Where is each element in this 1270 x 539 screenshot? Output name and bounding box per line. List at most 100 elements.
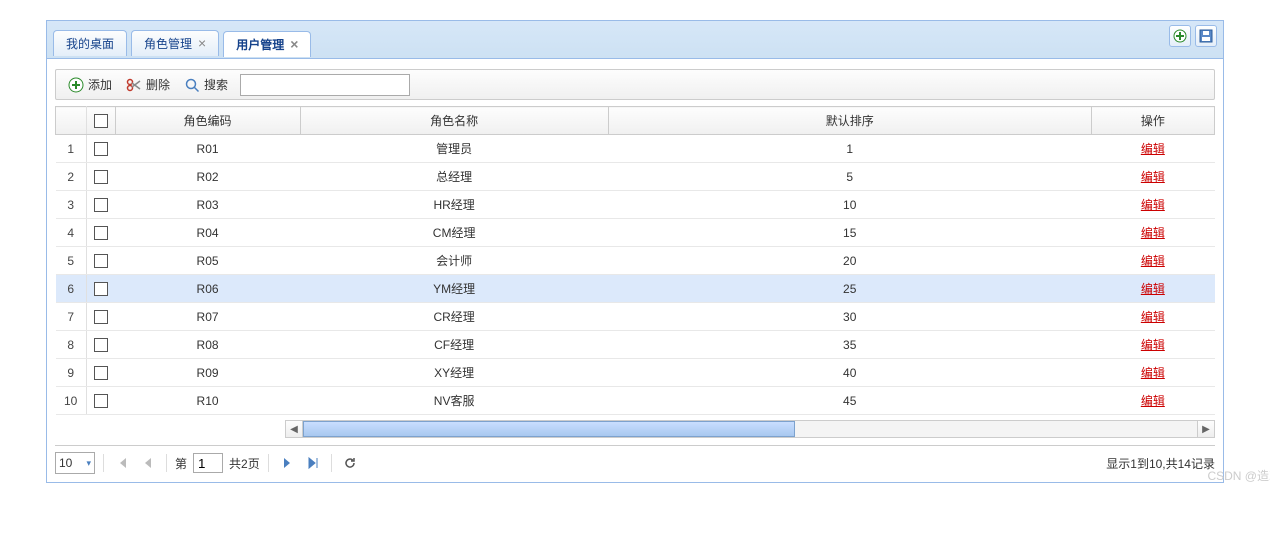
page-size-select[interactable]: 10 ▾	[55, 452, 95, 474]
scrollbar-thumb[interactable]	[303, 421, 795, 437]
row-checkbox[interactable]	[86, 359, 115, 387]
edit-link[interactable]: 编辑	[1141, 282, 1165, 296]
table-row[interactable]: 8R08CF经理35编辑	[56, 331, 1215, 359]
table-row[interactable]: 2R02总经理5编辑	[56, 163, 1215, 191]
row-checkbox[interactable]	[86, 135, 115, 163]
search-input[interactable]	[240, 74, 410, 96]
cell-code: R02	[115, 163, 300, 191]
tab-label: 我的桌面	[66, 35, 114, 52]
table-row[interactable]: 5R05会计师20编辑	[56, 247, 1215, 275]
plus-icon	[1173, 29, 1187, 43]
cell-op: 编辑	[1091, 331, 1214, 359]
row-checkbox[interactable]	[86, 387, 115, 415]
header-name[interactable]: 角色名称	[300, 107, 608, 135]
row-checkbox[interactable]	[86, 303, 115, 331]
edit-link[interactable]: 编辑	[1141, 338, 1165, 352]
refresh-button[interactable]	[340, 453, 360, 473]
edit-link[interactable]: 编辑	[1141, 394, 1165, 408]
header-code[interactable]: 角色编码	[115, 107, 300, 135]
cell-op: 编辑	[1091, 163, 1214, 191]
delete-button[interactable]: 删除	[120, 73, 176, 96]
search-icon	[184, 77, 200, 93]
cell-name: CF经理	[300, 331, 608, 359]
row-checkbox[interactable]	[86, 331, 115, 359]
cell-sort: 40	[608, 359, 1091, 387]
add-button[interactable]: 添加	[62, 73, 118, 96]
tab-1[interactable]: 角色管理 ×	[131, 30, 219, 56]
table-row[interactable]: 7R07CR经理30编辑	[56, 303, 1215, 331]
pager-info: 显示1到10,共14记录	[1106, 455, 1215, 472]
row-checkbox[interactable]	[86, 275, 115, 303]
save-header-button[interactable]	[1195, 25, 1217, 47]
cell-name: NV客服	[300, 387, 608, 415]
cell-code: R07	[115, 303, 300, 331]
table-row[interactable]: 4R04CM经理15编辑	[56, 219, 1215, 247]
row-number: 3	[56, 191, 87, 219]
chevron-left-icon: ◀	[290, 424, 298, 435]
edit-link[interactable]: 编辑	[1141, 310, 1165, 324]
save-icon	[1199, 29, 1213, 43]
cell-op: 编辑	[1091, 135, 1214, 163]
row-number: 8	[56, 331, 87, 359]
total-pages-label: 共2页	[229, 455, 260, 472]
table-row[interactable]: 10R10NV客服45编辑	[56, 387, 1215, 415]
watermark: CSDN @造次阿	[1207, 467, 1270, 484]
close-icon[interactable]: ×	[290, 37, 298, 51]
cell-sort: 30	[608, 303, 1091, 331]
add-header-button[interactable]	[1169, 25, 1191, 47]
table-row[interactable]: 9R09XY经理40编辑	[56, 359, 1215, 387]
scroll-right-button[interactable]: ▶	[1197, 420, 1215, 438]
app-window: 我的桌面角色管理×用户管理× 添加 删除 搜索	[46, 20, 1224, 483]
cell-name: CM经理	[300, 219, 608, 247]
toolbar: 添加 删除 搜索	[55, 69, 1215, 100]
edit-link[interactable]: 编辑	[1141, 366, 1165, 380]
scroll-left-button[interactable]: ◀	[285, 420, 303, 438]
current-page-input[interactable]	[193, 453, 223, 473]
table-row[interactable]: 6R06YM经理25编辑	[56, 275, 1215, 303]
cell-sort: 35	[608, 331, 1091, 359]
content-panel: 添加 删除 搜索 角色编码 角色名称 默认排序	[47, 59, 1223, 482]
row-checkbox[interactable]	[86, 219, 115, 247]
cell-sort: 5	[608, 163, 1091, 191]
cell-sort: 1	[608, 135, 1091, 163]
row-checkbox[interactable]	[86, 191, 115, 219]
checkbox-icon	[94, 338, 108, 352]
tab-label: 角色管理	[144, 35, 192, 52]
edit-link[interactable]: 编辑	[1141, 170, 1165, 184]
header-checkbox[interactable]	[86, 107, 115, 135]
tab-0[interactable]: 我的桌面	[53, 30, 127, 56]
cell-op: 编辑	[1091, 359, 1214, 387]
plus-circle-icon	[68, 77, 84, 93]
prev-page-button[interactable]	[138, 453, 158, 473]
cell-code: R06	[115, 275, 300, 303]
row-number: 1	[56, 135, 87, 163]
cell-code: R09	[115, 359, 300, 387]
edit-link[interactable]: 编辑	[1141, 198, 1165, 212]
last-page-button[interactable]	[303, 453, 323, 473]
checkbox-icon	[94, 310, 108, 324]
edit-link[interactable]: 编辑	[1141, 254, 1165, 268]
next-page-button[interactable]	[277, 453, 297, 473]
header-sort[interactable]: 默认排序	[608, 107, 1091, 135]
row-checkbox[interactable]	[86, 247, 115, 275]
search-button[interactable]: 搜索	[178, 73, 234, 96]
cell-code: R04	[115, 219, 300, 247]
cell-sort: 25	[608, 275, 1091, 303]
row-checkbox[interactable]	[86, 163, 115, 191]
edit-link[interactable]: 编辑	[1141, 226, 1165, 240]
tab-2[interactable]: 用户管理×	[223, 31, 311, 57]
close-icon[interactable]: ×	[198, 36, 206, 50]
tab-bar: 我的桌面角色管理×用户管理×	[47, 21, 1223, 59]
scrollbar-track[interactable]	[302, 420, 1198, 438]
scissors-icon	[126, 77, 142, 93]
edit-link[interactable]: 编辑	[1141, 142, 1165, 156]
table-row[interactable]: 3R03HR经理10编辑	[56, 191, 1215, 219]
cell-sort: 20	[608, 247, 1091, 275]
page-prefix-label: 第	[175, 455, 187, 472]
first-page-button[interactable]	[112, 453, 132, 473]
data-table: 角色编码 角色名称 默认排序 操作 1R01管理员1编辑2R02总经理5编辑3R…	[55, 106, 1215, 415]
cell-sort: 45	[608, 387, 1091, 415]
checkbox-icon	[94, 142, 108, 156]
table-row[interactable]: 1R01管理员1编辑	[56, 135, 1215, 163]
search-label: 搜索	[204, 76, 228, 93]
